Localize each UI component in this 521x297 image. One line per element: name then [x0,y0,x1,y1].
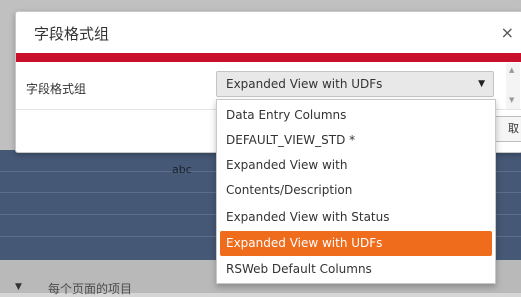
dialog-accent-bar [16,53,521,62]
dropdown-option[interactable]: Data Entry Columns [220,103,492,128]
chevron-down-icon: ▼ [478,79,485,89]
dropdown-option[interactable]: RSWeb Default Columns [220,257,492,282]
dropdown-option[interactable]: Expanded View with Contents/Description [220,153,492,203]
dialog-header: 字段格式组 × [16,12,521,54]
select-value: Expanded View with UDFs [226,77,383,91]
close-icon[interactable]: × [501,23,514,42]
cancel-button[interactable]: 取消 [494,116,521,142]
scroll-down-arrow-icon[interactable]: ▼ [509,96,514,104]
dialog-title: 字段格式组 [34,25,110,43]
dropdown-option-selected[interactable]: Expanded View with UDFs [220,231,492,256]
scroll-up-arrow-icon[interactable]: ▲ [509,66,514,74]
select-dropdown-list: Data Entry Columns DEFAULT_VIEW_STD * Ex… [216,99,496,284]
field-label: 字段格式组 [26,82,87,96]
dropdown-option[interactable]: DEFAULT_VIEW_STD * [220,128,492,153]
dropdown-option[interactable]: Expanded View with Status [220,205,492,230]
field-format-group-select[interactable]: Expanded View with UDFs ▼ [216,71,494,97]
